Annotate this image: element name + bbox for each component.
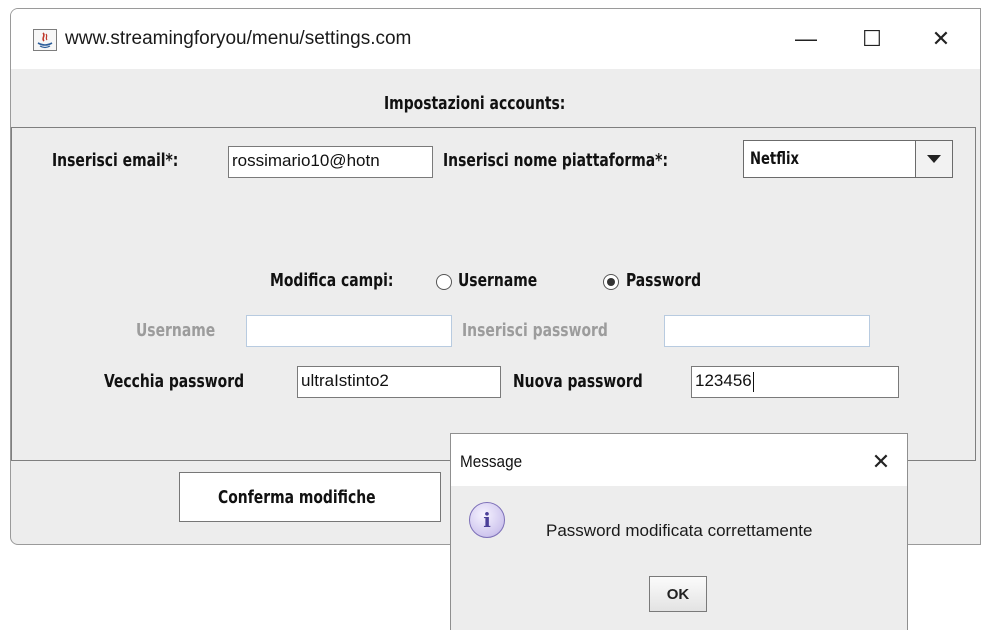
chevron-down-icon[interactable] (915, 141, 952, 177)
insert-password-label: Inserisci password (462, 320, 608, 341)
confirm-changes-label: Conferma modifiche (218, 486, 376, 508)
dialog-title-bar[interactable]: Message ✕ (451, 434, 907, 486)
dialog-message: Password modificata correttamente (546, 521, 813, 540)
platform-label: Inserisci nome piattaforma*: (443, 150, 669, 171)
title-bar[interactable]: www.streamingforyou/menu/settings.com — … (11, 9, 980, 69)
minimize-button[interactable]: — (781, 19, 831, 59)
maximize-button[interactable]: ☐ (847, 19, 897, 59)
message-dialog: Message ✕ i Password modificata corretta… (450, 433, 908, 630)
confirm-changes-button[interactable]: Conferma modifiche (179, 472, 441, 522)
info-icon: i (469, 502, 505, 538)
settings-panel: Inserisci email*: rossimario10@hotn Inse… (11, 127, 976, 461)
dialog-close-button[interactable]: ✕ (863, 444, 899, 480)
radio-username[interactable] (436, 274, 452, 290)
old-password-field[interactable]: ultraIstinto2 (297, 366, 501, 398)
insert-password-field[interactable] (664, 315, 870, 347)
email-field[interactable]: rossimario10@hotn (228, 146, 433, 178)
radio-password[interactable] (603, 274, 619, 290)
old-password-label: Vecchia password (104, 371, 245, 392)
username-field[interactable] (246, 315, 452, 347)
page-heading: Impostazioni accounts: (384, 93, 566, 114)
email-label: Inserisci email*: (52, 150, 179, 171)
close-button[interactable]: ✕ (916, 19, 966, 59)
new-password-value: 123456 (695, 371, 752, 390)
radio-username-label[interactable]: Username (458, 270, 537, 291)
username-label: Username (136, 320, 216, 341)
dialog-title: Message (460, 452, 523, 471)
java-app-icon (33, 29, 57, 51)
ok-button-label: OK (666, 585, 690, 603)
new-password-field[interactable]: 123456 (691, 366, 899, 398)
ok-button[interactable]: OK (649, 576, 707, 612)
platform-selected-value: Netflix (750, 149, 799, 169)
edit-fields-label: Modifica campi: (270, 270, 394, 291)
window-title: www.streamingforyou/menu/settings.com (65, 28, 412, 49)
platform-select[interactable]: Netflix (743, 140, 953, 178)
text-caret (752, 371, 754, 392)
new-password-label: Nuova password (513, 371, 643, 392)
radio-password-label[interactable]: Password (626, 270, 701, 291)
